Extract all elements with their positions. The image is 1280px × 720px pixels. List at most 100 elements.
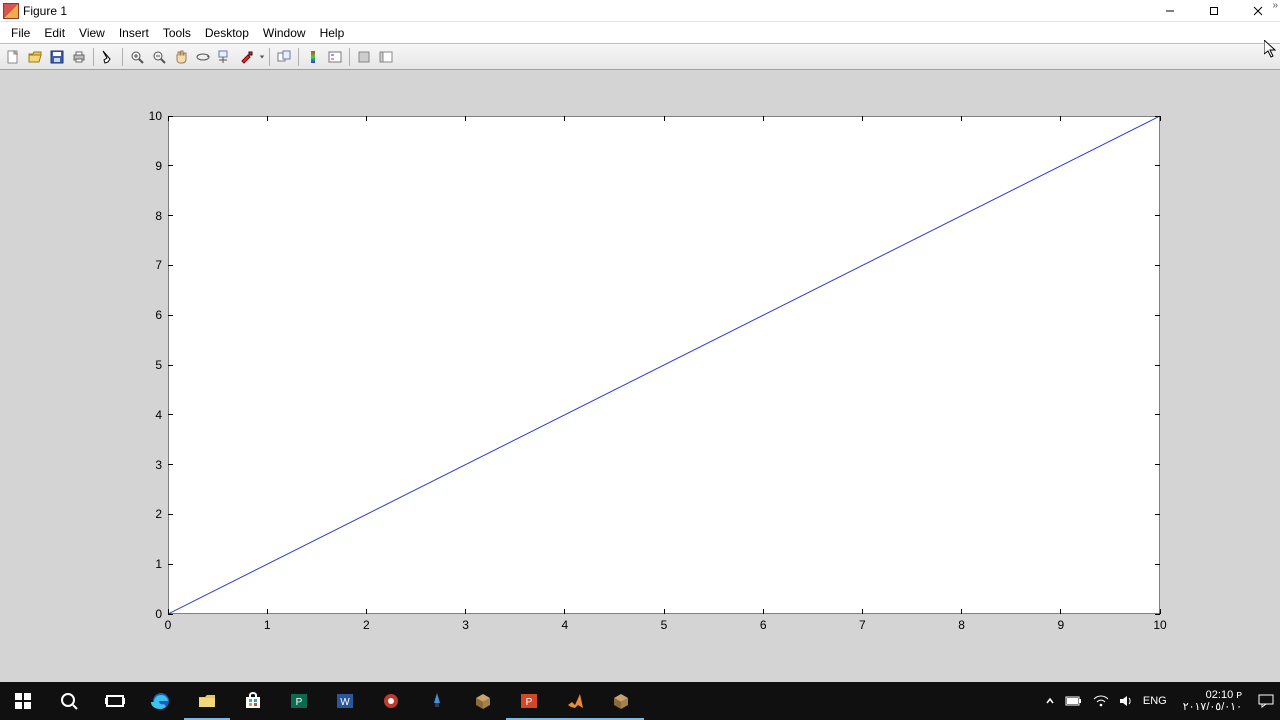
tray-wifi-icon[interactable] bbox=[1093, 695, 1109, 707]
y-tick-mark bbox=[1155, 414, 1160, 415]
x-tick-mark bbox=[961, 609, 962, 614]
tray-time: 02:10 ᴘ bbox=[1183, 689, 1242, 701]
taskbar-matlab[interactable] bbox=[552, 682, 598, 720]
x-tick-mark bbox=[961, 116, 962, 121]
mouse-cursor bbox=[1264, 40, 1276, 58]
taskbar-publisher[interactable]: P bbox=[276, 682, 322, 720]
axes[interactable]: 012345678910012345678910 bbox=[168, 116, 1160, 614]
y-tick-label: 6 bbox=[155, 308, 162, 322]
data-line bbox=[168, 116, 1160, 614]
minimize-button[interactable] bbox=[1148, 0, 1192, 22]
menu-bar: File Edit View Insert Tools Desktop Wind… bbox=[0, 22, 1280, 44]
y-tick-mark bbox=[168, 165, 173, 166]
brush-button[interactable] bbox=[236, 46, 258, 68]
taskbar-powerpoint[interactable]: P bbox=[506, 682, 552, 720]
y-tick-mark bbox=[168, 514, 173, 515]
x-tick-label: 8 bbox=[958, 618, 965, 632]
menu-file[interactable]: File bbox=[4, 22, 37, 44]
tray-action-center-icon[interactable] bbox=[1258, 694, 1274, 708]
app-icon bbox=[3, 3, 19, 19]
y-tick-mark bbox=[1155, 165, 1160, 166]
taskbar-store[interactable] bbox=[230, 682, 276, 720]
start-button[interactable] bbox=[0, 682, 46, 720]
insert-legend-button[interactable] bbox=[324, 46, 346, 68]
menu-insert[interactable]: Insert bbox=[112, 22, 156, 44]
x-tick-label: 6 bbox=[760, 618, 767, 632]
x-tick-mark bbox=[1060, 116, 1061, 121]
y-tick-mark bbox=[168, 365, 173, 366]
tray-overflow-icon[interactable] bbox=[1045, 696, 1055, 706]
axes-svg bbox=[168, 116, 1160, 614]
y-tick-mark bbox=[168, 116, 173, 117]
open-button[interactable] bbox=[24, 46, 46, 68]
y-tick-mark bbox=[1155, 564, 1160, 565]
y-tick-mark bbox=[168, 265, 173, 266]
menu-view[interactable]: View bbox=[72, 22, 112, 44]
show-tools-button[interactable] bbox=[375, 46, 397, 68]
window-title: Figure 1 bbox=[23, 4, 67, 18]
x-tick-label: 9 bbox=[1057, 618, 1064, 632]
y-tick-label: 4 bbox=[155, 408, 162, 422]
y-tick-label: 3 bbox=[155, 458, 162, 472]
menu-tools[interactable]: Tools bbox=[156, 22, 198, 44]
y-tick-mark bbox=[168, 564, 173, 565]
tray-battery-icon[interactable] bbox=[1065, 695, 1083, 707]
toolbar-overflow-icon[interactable]: » bbox=[1272, 0, 1278, 11]
taskbar-app-red[interactable] bbox=[368, 682, 414, 720]
task-view-button[interactable] bbox=[92, 682, 138, 720]
y-tick-label: 8 bbox=[155, 209, 162, 223]
new-figure-button[interactable] bbox=[2, 46, 24, 68]
x-tick-mark bbox=[465, 116, 466, 121]
y-tick-mark bbox=[1155, 514, 1160, 515]
y-tick-mark bbox=[1155, 315, 1160, 316]
x-tick-mark bbox=[168, 609, 169, 614]
taskbar-app-blue[interactable] bbox=[414, 682, 460, 720]
svg-text:P: P bbox=[296, 697, 303, 708]
zoom-in-button[interactable] bbox=[126, 46, 148, 68]
menu-help[interactable]: Help bbox=[313, 22, 352, 44]
print-button[interactable] bbox=[68, 46, 90, 68]
pan-button[interactable] bbox=[170, 46, 192, 68]
rotate3d-button[interactable] bbox=[192, 46, 214, 68]
menu-edit[interactable]: Edit bbox=[37, 22, 72, 44]
menu-desktop[interactable]: Desktop bbox=[198, 22, 256, 44]
x-tick-mark bbox=[763, 609, 764, 614]
taskbar-app-box2[interactable] bbox=[598, 682, 644, 720]
tray-clock[interactable]: 02:10 ᴘ ٢٠١٧/٠٥/٠١٠ bbox=[1177, 689, 1248, 713]
insert-colorbar-button[interactable] bbox=[302, 46, 324, 68]
windows-taskbar: P W P ENG 02:10 ᴘ ٢٠١٧/٠٥/٠١٠ bbox=[0, 682, 1280, 720]
x-tick-mark bbox=[664, 609, 665, 614]
maximize-button[interactable] bbox=[1192, 0, 1236, 22]
search-button[interactable] bbox=[46, 682, 92, 720]
y-tick-label: 0 bbox=[155, 607, 162, 621]
y-tick-mark bbox=[1155, 464, 1160, 465]
data-cursor-button[interactable] bbox=[214, 46, 236, 68]
hide-tools-button[interactable] bbox=[353, 46, 375, 68]
tray-volume-icon[interactable] bbox=[1119, 694, 1133, 708]
menu-window[interactable]: Window bbox=[256, 22, 313, 44]
taskbar-app-box1[interactable] bbox=[460, 682, 506, 720]
link-data-button[interactable] bbox=[273, 46, 295, 68]
x-tick-mark bbox=[1160, 116, 1161, 121]
x-tick-mark bbox=[1060, 609, 1061, 614]
tray-language[interactable]: ENG bbox=[1143, 695, 1167, 707]
y-tick-mark bbox=[168, 414, 173, 415]
x-tick-mark bbox=[862, 609, 863, 614]
y-tick-label: 2 bbox=[155, 507, 162, 521]
edit-plot-button[interactable] bbox=[97, 46, 119, 68]
svg-text:W: W bbox=[340, 697, 350, 708]
x-tick-mark bbox=[366, 609, 367, 614]
brush-dropdown-icon[interactable] bbox=[258, 46, 266, 68]
taskbar-explorer[interactable] bbox=[184, 682, 230, 720]
save-button[interactable] bbox=[46, 46, 68, 68]
x-tick-mark bbox=[564, 609, 565, 614]
taskbar-edge[interactable] bbox=[138, 682, 184, 720]
taskbar-word[interactable]: W bbox=[322, 682, 368, 720]
zoom-out-button[interactable] bbox=[148, 46, 170, 68]
title-bar: Figure 1 bbox=[0, 0, 1280, 22]
x-tick-label: 3 bbox=[462, 618, 469, 632]
x-tick-mark bbox=[862, 116, 863, 121]
x-tick-mark bbox=[465, 609, 466, 614]
x-tick-mark bbox=[267, 116, 268, 121]
x-tick-label: 4 bbox=[561, 618, 568, 632]
